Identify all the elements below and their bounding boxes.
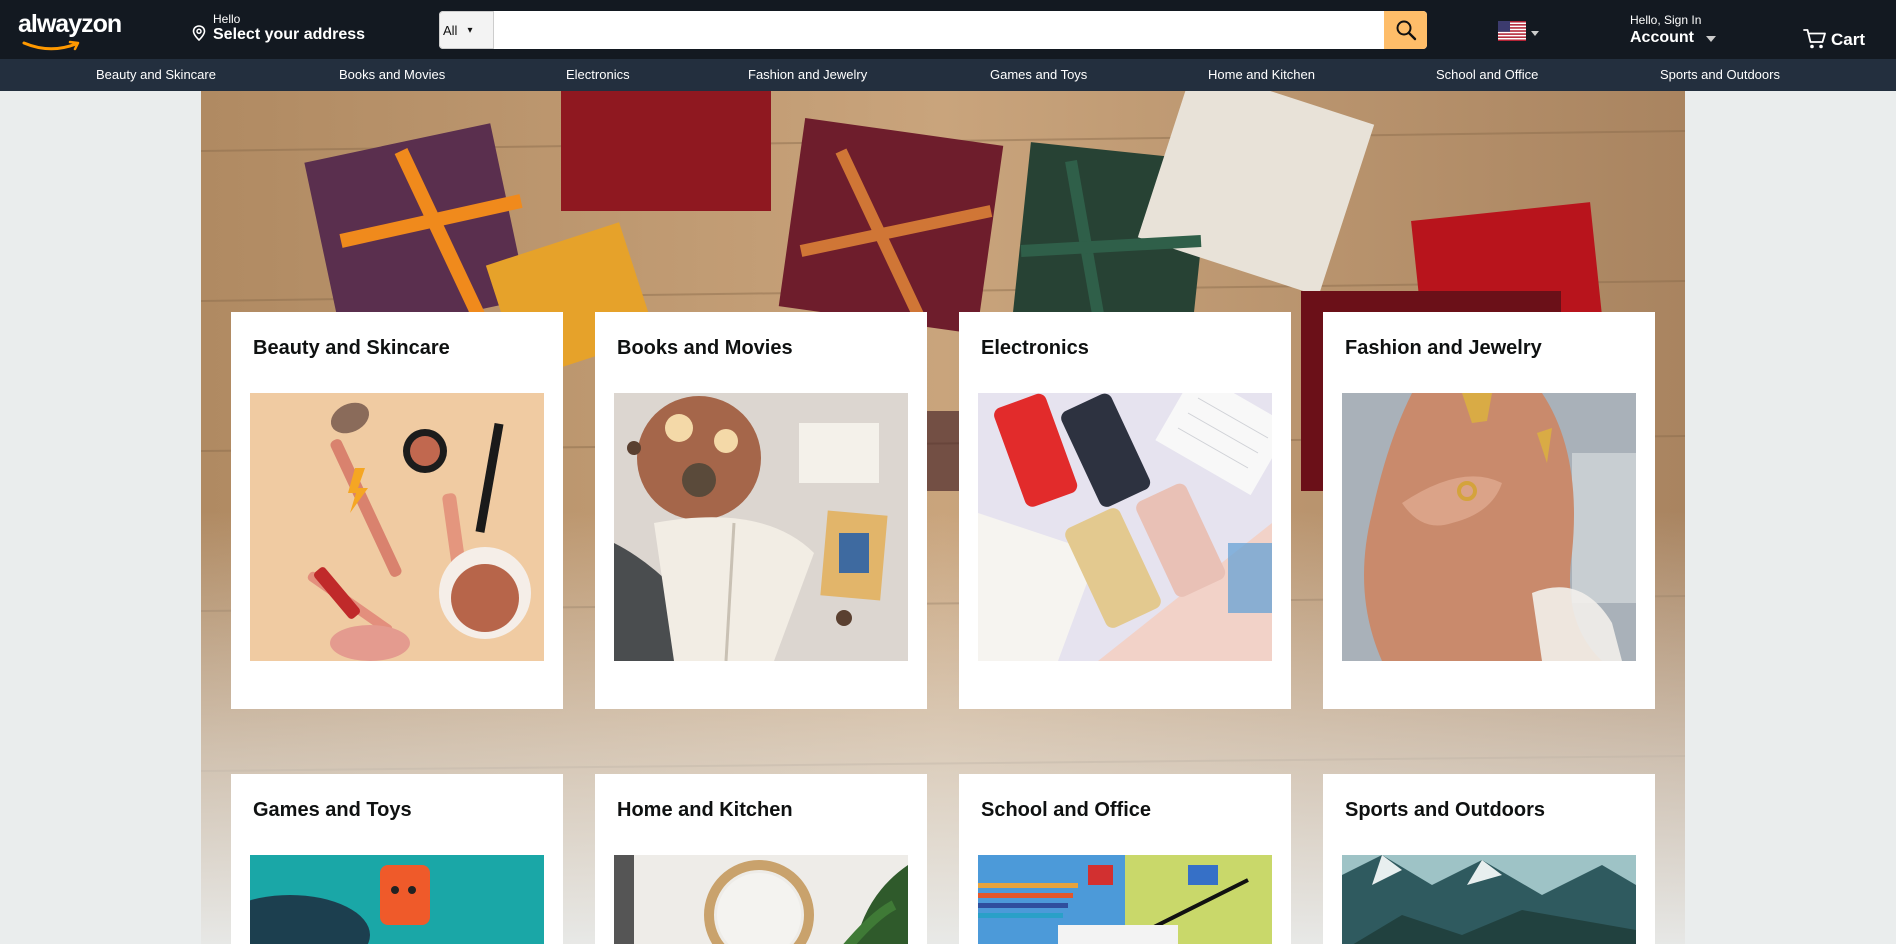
account-hello: Hello, Sign In <box>1630 13 1702 27</box>
category-nav: Beauty and Skincare Books and Movies Ele… <box>0 59 1896 91</box>
nav-item-home[interactable]: Home and Kitchen <box>1208 59 1315 91</box>
books-and-candles-image[interactable] <box>614 393 908 661</box>
logo-smile-icon <box>22 40 80 51</box>
card-title: Home and Kitchen <box>617 799 793 821</box>
nav-item-electronics[interactable]: Electronics <box>566 59 630 91</box>
category-card-school[interactable]: School and Office <box>959 774 1291 944</box>
map-pin-icon <box>192 25 206 41</box>
category-card-home[interactable]: Home and Kitchen <box>595 774 927 944</box>
shopping-cart-icon <box>1803 29 1826 49</box>
top-header: alwayzon Hello Select your address All ▾ <box>0 0 1896 59</box>
beauty-products-image[interactable] <box>250 393 544 661</box>
account-menu[interactable]: Hello, Sign In Account <box>1630 13 1716 47</box>
woman-jewelry-image[interactable] <box>1342 393 1636 661</box>
mountains-image[interactable] <box>1342 855 1636 944</box>
card-title: Electronics <box>981 337 1089 359</box>
category-card-fashion[interactable]: Fashion and Jewelry <box>1323 312 1655 709</box>
account-chevron-icon <box>1706 36 1716 42</box>
phones-and-keyboard-image[interactable] <box>978 393 1272 661</box>
search-input[interactable] <box>494 11 1373 49</box>
card-title: Books and Movies <box>617 337 793 359</box>
cart-label: Cart <box>1831 30 1866 49</box>
cart-button[interactable]: Cart <box>1803 20 1865 50</box>
site-logo[interactable]: alwayzon <box>18 10 122 51</box>
nav-item-sports[interactable]: Sports and Outdoors <box>1660 59 1780 91</box>
toys-image[interactable] <box>250 855 544 944</box>
address-select: Select your address <box>213 26 366 43</box>
category-card-sports[interactable]: Sports and Outdoors <box>1323 774 1655 944</box>
language-chevron-icon[interactable] <box>1531 31 1539 36</box>
category-card-electronics[interactable]: Electronics <box>959 312 1291 709</box>
nav-item-books[interactable]: Books and Movies <box>339 59 445 91</box>
search-category-value: All <box>443 22 458 38</box>
search-bar: All ▾ <box>439 11 1427 49</box>
us-flag-icon[interactable] <box>1498 21 1526 41</box>
account-label: Account <box>1630 29 1694 46</box>
card-title: Sports and Outdoors <box>1345 799 1545 821</box>
search-button[interactable] <box>1384 11 1427 49</box>
nav-item-games[interactable]: Games and Toys <box>990 59 1087 91</box>
category-card-books[interactable]: Books and Movies <box>595 312 927 709</box>
home-decor-image[interactable] <box>614 855 908 944</box>
nav-item-fashion[interactable]: Fashion and Jewelry <box>748 59 867 91</box>
card-title: Fashion and Jewelry <box>1345 337 1542 359</box>
chevron-down-icon: ▾ <box>467 24 473 36</box>
nav-item-school[interactable]: School and Office <box>1436 59 1538 91</box>
search-category-select[interactable]: All ▾ <box>439 11 494 49</box>
office-supplies-image[interactable] <box>978 855 1272 944</box>
search-icon <box>1396 20 1416 41</box>
card-title: Games and Toys <box>253 799 412 821</box>
nav-item-beauty[interactable]: Beauty and Skincare <box>96 59 216 91</box>
category-card-games[interactable]: Games and Toys <box>231 774 563 944</box>
card-title: School and Office <box>981 799 1152 821</box>
logo-text: alwayzon <box>18 10 122 38</box>
card-title: Beauty and Skincare <box>253 337 450 359</box>
address-hello: Hello <box>213 12 241 26</box>
category-card-beauty[interactable]: Beauty and Skincare <box>231 312 563 709</box>
